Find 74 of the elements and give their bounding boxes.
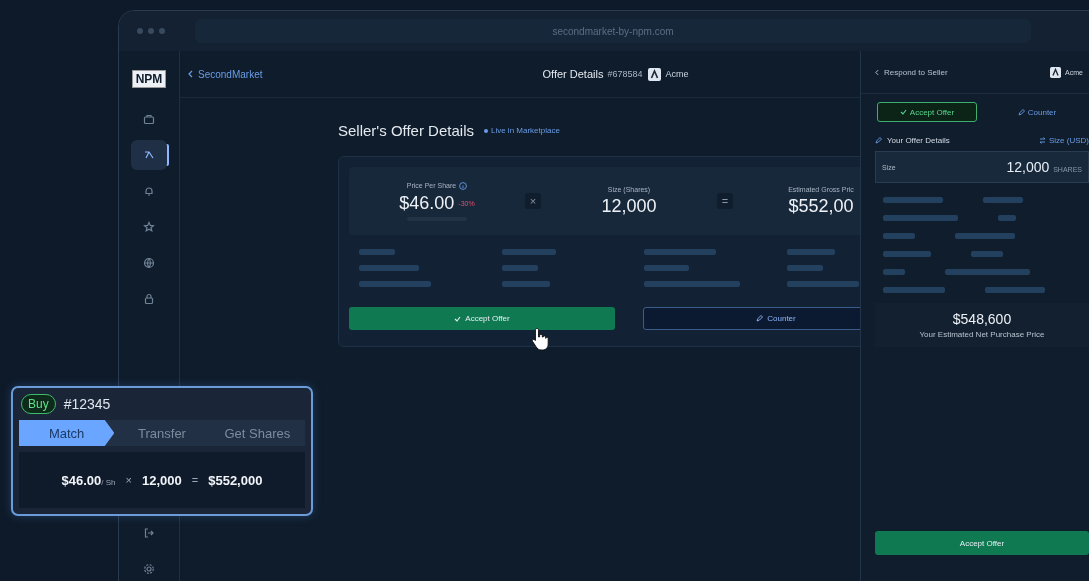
back-link[interactable]: SecondMarket [198,68,263,80]
section-title: Your Offer Details [887,136,950,145]
step-tab[interactable]: Match [19,420,115,446]
operator-badge: = [717,193,733,209]
skeleton-line [644,249,716,255]
status-label: Live in Marketplace [490,126,560,135]
skeleton-line [501,249,556,255]
action-button[interactable]: Accept Offer [349,307,615,330]
check-icon [899,109,907,115]
net-label: Your Estimated Net Purchase Price [919,330,1045,339]
globe-icon [143,257,155,269]
sidebar-item[interactable] [131,140,167,170]
back-link[interactable]: Respond to Seller [884,67,948,77]
skeleton-line [985,287,1045,293]
order-number: #12345 [63,396,111,412]
skeleton-line [883,287,945,293]
skeleton-line [883,197,943,203]
order-type-badge: Buy [21,394,56,414]
skeleton-line [955,233,1015,239]
briefcase-icon [143,113,155,125]
size-value: 12,000 [142,472,182,488]
company-name: Acme [665,69,689,79]
back-chevron-icon[interactable] [188,70,193,78]
info-icon [459,181,468,190]
net-amount: $548,600 [952,311,1012,327]
swap-icon [1039,137,1046,144]
operator-badge: × [525,193,541,209]
operator-sign: × [125,474,132,486]
tab[interactable]: Counter [987,102,1087,122]
npm-logo[interactable]: NPM [131,70,167,88]
skeleton-line [883,251,931,257]
skeleton-line [998,215,1016,221]
skeleton-line [983,197,1023,203]
status-dot-icon [483,128,488,133]
skeleton-line [971,251,1003,257]
section-title: Seller's Offer Details [338,122,474,139]
skeleton-line [359,281,431,287]
toggle-link[interactable]: Size (USD) [1039,136,1089,145]
pencil-icon [1017,108,1025,116]
metric-value: 12,000 [601,195,657,217]
step-tab[interactable]: Transfer [114,420,210,446]
skeleton-line [501,281,550,287]
check-icon [454,315,462,322]
skeleton-line [359,249,395,255]
company-logo-icon [648,67,662,81]
back-chevron-icon[interactable] [875,68,879,76]
accept-button[interactable]: Accept Offer [875,531,1089,555]
company-logo-icon [1050,66,1062,78]
offer-number: #678584 [607,69,643,79]
skeleton-line [883,233,915,239]
total-value: $552,000 [208,472,263,488]
action-button[interactable]: Counter [643,307,860,330]
pencil-icon [875,137,882,144]
pickaxe-icon [143,149,155,161]
bell-icon [143,185,155,197]
lock-icon [143,293,155,305]
hand-cursor-icon [530,326,552,352]
star-icon [143,221,155,233]
metric-value: $46.00 [399,192,455,214]
page-title: Offer Details [542,68,604,80]
skeleton-line [501,265,538,271]
skeleton-line [786,265,823,271]
skeleton-line [359,265,419,271]
settings-icon [143,563,155,575]
operator-sign: = [191,474,199,486]
skeleton-line [644,265,689,271]
logout-icon [143,527,155,539]
price-value: $46.00/ Sh [61,472,116,488]
pencil-icon [756,315,764,322]
skeleton-line [883,269,905,275]
step-tab[interactable]: Get Shares [209,420,305,446]
tab[interactable]: Accept Offer [877,102,977,122]
metric-value: $552,00 [788,195,854,217]
skeleton-line [786,249,835,255]
